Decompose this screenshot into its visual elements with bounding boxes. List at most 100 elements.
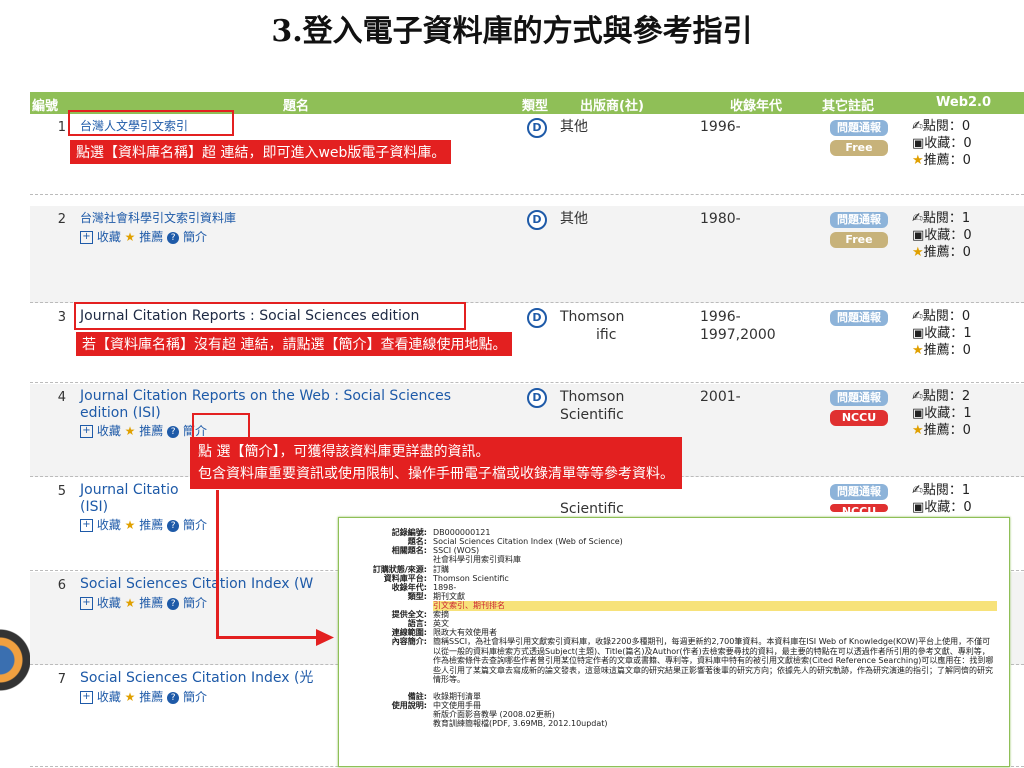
publisher: Thomson ific: [560, 309, 625, 343]
info-icon: ?: [167, 597, 180, 610]
arrow-line-vertical: [216, 490, 219, 638]
decorative-disc-image: [0, 620, 30, 700]
detail-label: 使用說明:: [391, 701, 427, 710]
row-num: 5: [57, 484, 66, 499]
row-actions: + 收藏 ★ 推薦 ? 簡介: [80, 594, 207, 611]
star-icon: ★: [124, 690, 136, 704]
report-problem-button[interactable]: 問題通報: [830, 120, 888, 136]
database-type-icon: D: [527, 308, 547, 328]
plus-box-icon: +: [80, 425, 93, 438]
row-num: 6: [57, 578, 66, 593]
info-icon: ?: [167, 691, 180, 704]
arrow-head-icon: [316, 629, 334, 646]
info-icon: ?: [167, 231, 180, 244]
web20-stats: ✍點閱：0 ▣收藏：1 ★推薦：0: [912, 309, 972, 358]
report-problem-button[interactable]: 問題通報: [830, 310, 888, 326]
collect-icon: ▣: [912, 136, 925, 151]
star-icon: ★: [124, 424, 136, 438]
recommend-link[interactable]: 推薦: [139, 596, 163, 610]
recommend-link[interactable]: 推薦: [139, 230, 163, 244]
slide-title: 3.登入電子資料庫的方式與參考指引: [271, 14, 753, 49]
recommend-link[interactable]: 推薦: [139, 518, 163, 532]
collect-icon: ▣: [912, 406, 925, 421]
collect-icon: ▣: [912, 500, 925, 515]
publisher: 其他: [560, 119, 588, 135]
view-icon: ✍: [912, 211, 923, 226]
callout-hyperlink: 點選【資料庫名稱】超 連結，即可進入web版電子資料庫。: [70, 140, 452, 164]
intro-link[interactable]: 簡介: [183, 518, 207, 532]
plus-box-icon: +: [80, 519, 93, 532]
star-icon: ★: [124, 230, 136, 244]
free-badge: Free: [830, 232, 888, 248]
collect-icon: ▣: [912, 228, 925, 243]
database-type-icon: D: [527, 118, 547, 138]
row-num: 4: [57, 390, 66, 405]
collect-link[interactable]: 收藏: [97, 518, 121, 532]
publisher: Scientific: [560, 501, 624, 517]
row-num: 1: [57, 120, 66, 135]
star-icon: ★: [124, 518, 136, 532]
info-icon: ?: [167, 519, 180, 532]
row-num: 7: [57, 672, 66, 687]
nccu-badge: NCCU: [830, 410, 888, 426]
collect-link[interactable]: 收藏: [97, 596, 121, 610]
view-icon: ✍: [912, 119, 923, 134]
collect-link[interactable]: 收藏: [97, 424, 121, 438]
detail-value[interactable]: 教育訓練簡報檔(PDF, 3.69MB, 2012.10updat): [433, 719, 997, 729]
header-type: 類型: [522, 99, 549, 114]
view-icon: ✍: [912, 309, 923, 324]
detail-value: 社會科學引用索引資料庫: [433, 555, 521, 564]
years: 2001-: [700, 389, 741, 405]
highlight-box-no-link: [74, 302, 466, 330]
web20-stats: ✍點閱：1 ▣收藏：0: [912, 483, 972, 515]
row-actions: + 收藏 ★ 推薦 ? 簡介: [80, 688, 207, 705]
view-icon: ✍: [912, 483, 923, 498]
database-type-icon: D: [527, 210, 547, 230]
recommend-icon: ★: [912, 423, 924, 438]
publisher: Thomson Scientific: [560, 389, 625, 423]
highlight-box-intro: [192, 413, 250, 439]
detail-value: 簡稱SSCI，為社會科學引用文獻索引資料庫，收錄2200多種期刊，每週更新約2,…: [433, 637, 994, 684]
web20-stats: ✍點閱：2 ▣收藏：1 ★推薦：0: [912, 389, 972, 438]
plus-box-icon: +: [80, 231, 93, 244]
db-title-link[interactable]: 台灣社會科學引文索引資料庫: [80, 210, 510, 227]
report-problem-button[interactable]: 問題通報: [830, 390, 888, 406]
header-notes: 其它註記: [822, 99, 875, 114]
header-publisher: 出版商(社): [580, 99, 644, 114]
highlight-box-title: [68, 110, 234, 136]
plus-box-icon: +: [80, 691, 93, 704]
recommend-icon: ★: [912, 245, 924, 260]
recommend-link[interactable]: 推薦: [139, 690, 163, 704]
header-web: Web2.0: [936, 95, 992, 110]
intro-link[interactable]: 簡介: [183, 690, 207, 704]
publisher: 其他: [560, 211, 588, 227]
header-years: 收錄年代: [730, 99, 783, 114]
info-icon: ?: [167, 425, 180, 438]
intro-link[interactable]: 簡介: [183, 596, 207, 610]
years: 1980-: [700, 211, 741, 227]
intro-link[interactable]: 簡介: [183, 230, 207, 244]
recommend-icon: ★: [912, 153, 924, 168]
recommend-icon: ★: [912, 343, 924, 358]
header-num: 編號: [32, 99, 59, 114]
arrow-line-horizontal: [216, 636, 320, 639]
web20-stats: ✍點閱：0 ▣收藏：0 ★推薦：0: [912, 119, 972, 168]
header-title: 題名: [283, 99, 310, 114]
callout-intro: 點 選【簡介】，可獲得該資料庫更詳盡的資訊。 包含資料庫重要資訊或使用限制、操作…: [190, 437, 682, 489]
free-badge: Free: [830, 140, 888, 156]
table-row: 2 台灣社會科學引文索引資料庫 + 收藏 ★ 推薦 ? 簡介 D 其他 1980…: [30, 206, 1024, 303]
view-icon: ✍: [912, 389, 923, 404]
report-problem-button[interactable]: 問題通報: [830, 484, 888, 500]
detail-label: 內容簡介:: [391, 637, 427, 646]
database-detail-panel: 記錄編號: DB000000121 題名: Social Sciences Citat…: [338, 517, 1010, 767]
db-title-link[interactable]: Journal Citation Reports on the Web : So…: [80, 388, 510, 422]
detail-label: 類型:: [407, 592, 427, 601]
web20-stats: ✍點閱：1 ▣收藏：0 ★推薦：0: [912, 211, 972, 260]
star-icon: ★: [124, 596, 136, 610]
report-problem-button[interactable]: 問題通報: [830, 212, 888, 228]
collect-link[interactable]: 收藏: [97, 230, 121, 244]
row-actions: + 收藏 ★ 推薦 ? 簡介: [80, 422, 207, 439]
recommend-link[interactable]: 推薦: [139, 424, 163, 438]
detail-label: 相關題名:: [391, 546, 427, 555]
collect-link[interactable]: 收藏: [97, 690, 121, 704]
